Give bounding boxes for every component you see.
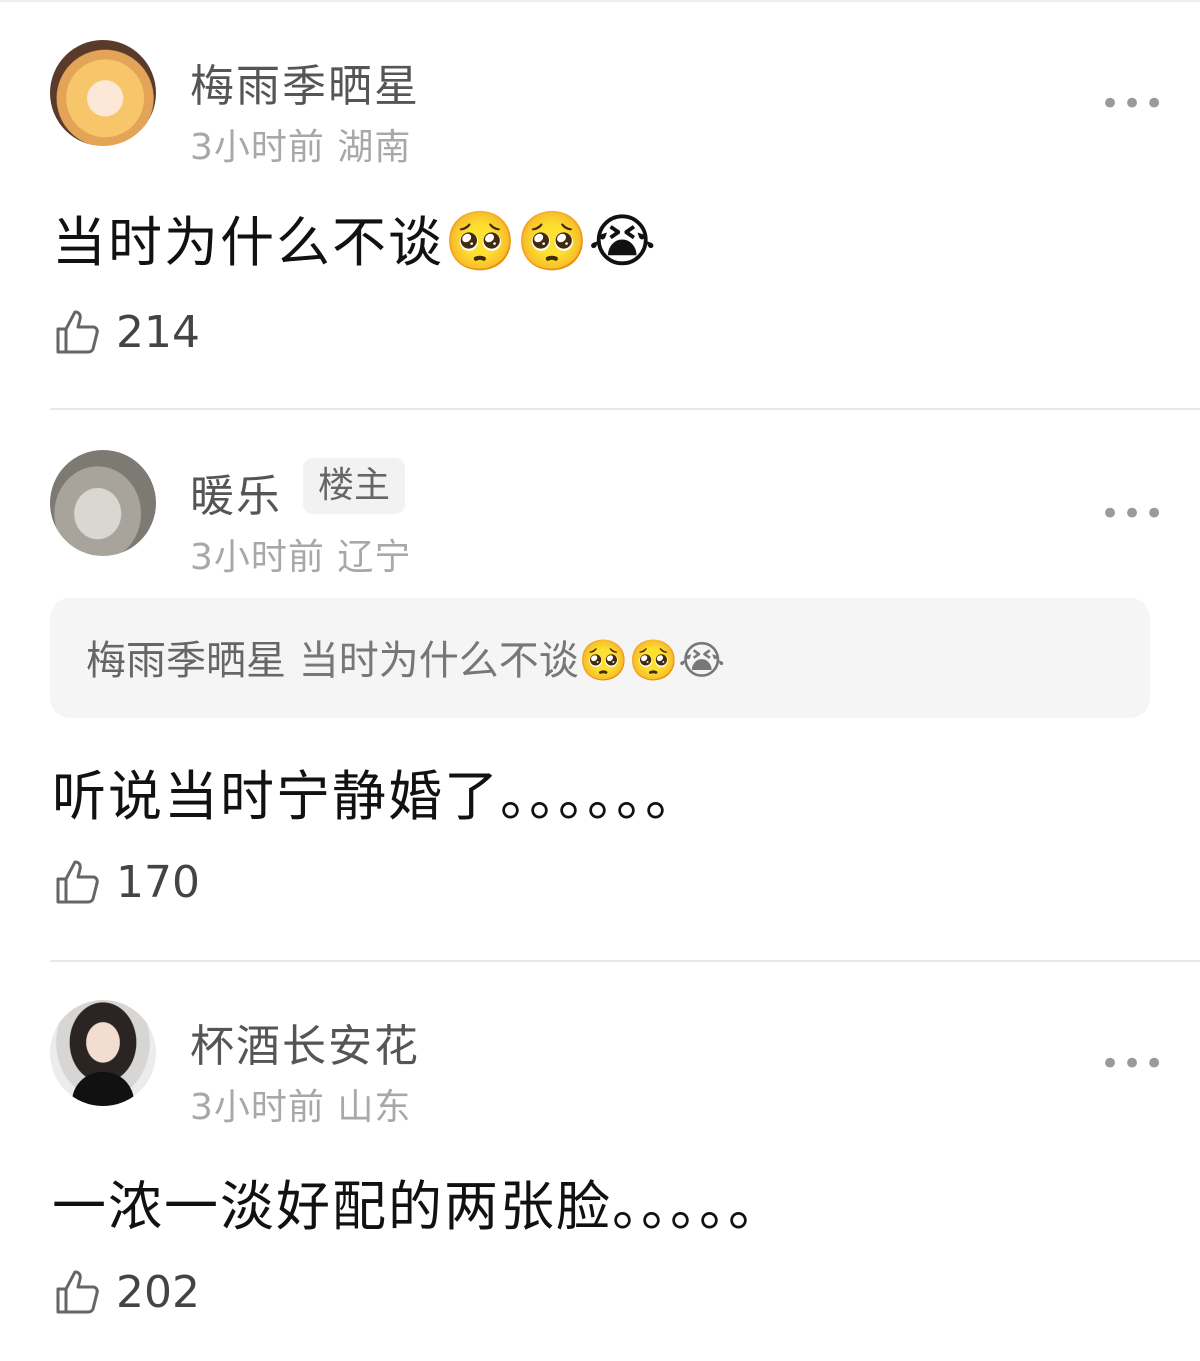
comment-time: 3小时前 [190, 1087, 325, 1128]
like-button[interactable]: 214 [52, 304, 200, 360]
like-button[interactable]: 202 [52, 1264, 200, 1320]
comment-meta: 3小时前 辽宁 [190, 528, 411, 580]
comment-meta: 3小时前 湖南 [190, 118, 411, 170]
quote-text: 梅雨季晒星 当时为什么不谈🥺🥺😭 [86, 628, 725, 686]
op-badge: 楼主 [303, 458, 405, 514]
like-count: 214 [116, 306, 200, 358]
thumbs-up-icon [56, 1270, 99, 1314]
emoji-group: 🥺🥺😭 [444, 207, 657, 275]
comment-author[interactable]: 杯酒长安花 [190, 1010, 420, 1074]
more-dots-icon[interactable]: ••• [1100, 84, 1166, 124]
quote-body: 当时为什么不谈🥺🥺😭 [298, 638, 726, 684]
comment-text: 听说当时宁静婚了。。。。。。 [52, 765, 701, 828]
top-divider [0, 0, 1200, 2]
avatar[interactable] [50, 40, 156, 146]
thumbs-up-icon [56, 860, 99, 904]
comment-location: 辽宁 [337, 537, 412, 578]
comment-text: 一浓一淡好配的两张脸。。。。。 [52, 1175, 784, 1238]
like-count: 202 [116, 1266, 200, 1318]
more-dots-icon[interactable]: ••• [1100, 494, 1166, 534]
divider [50, 960, 1200, 962]
divider [50, 408, 1200, 410]
quoted-comment[interactable]: 梅雨季晒星 当时为什么不谈🥺🥺😭 [50, 598, 1150, 718]
comment-location: 湖南 [337, 127, 412, 168]
like-button[interactable]: 170 [52, 854, 200, 910]
comment-location: 山东 [337, 1087, 412, 1128]
avatar[interactable] [50, 450, 156, 556]
like-count: 170 [116, 856, 200, 908]
comment-author[interactable]: 梅雨季晒星 [190, 50, 420, 114]
thumbs-up-icon [56, 310, 99, 354]
comment-text: 当时为什么不谈🥺🥺😭 [52, 198, 656, 277]
comment-body: 当时为什么不谈 [52, 211, 444, 274]
more-dots-icon[interactable]: ••• [1100, 1044, 1166, 1084]
comment-time: 3小时前 [190, 537, 325, 578]
avatar[interactable] [50, 1000, 156, 1106]
quote-author: 梅雨季晒星 [86, 638, 286, 684]
comment-author[interactable]: 暖乐 [190, 460, 282, 524]
comment-time: 3小时前 [190, 127, 325, 168]
comment-meta: 3小时前 山东 [190, 1078, 411, 1130]
